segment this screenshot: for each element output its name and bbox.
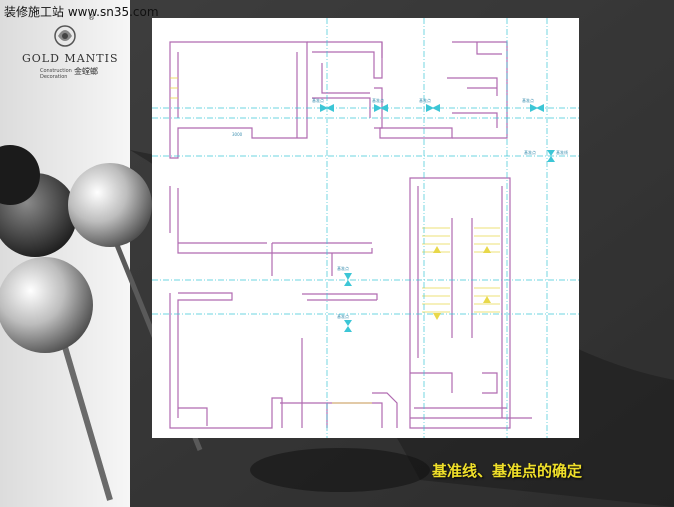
plan-right-label: 基准线 <box>556 149 568 155</box>
site-watermark: 装修施工站 www.sn35.com <box>4 5 159 19</box>
plan-point-label-1: 基准点 <box>312 97 324 103</box>
plan-point-label-6: 基准点 <box>337 265 349 271</box>
plan-point-label-2: 基准点 <box>372 97 384 103</box>
plan-point-label-7: 基准点 <box>337 313 349 319</box>
floor-plan-drawing: 基准点 基准点 基准点 基准点 基准点 基准线 基准点 基准点 3000 <box>152 18 579 438</box>
logo-subtitle: Construction Decoration <box>40 68 72 80</box>
logo-brand: GOLD MANTIS <box>22 52 118 65</box>
floor-plan-image: 基准点 基准点 基准点 基准点 基准点 基准线 基准点 基准点 3000 <box>152 18 579 438</box>
plan-point-label-3: 基准点 <box>419 97 431 103</box>
slide-caption: 基准线、基准点的确定 <box>432 462 583 480</box>
logo-sub-line2: Decoration <box>40 74 68 80</box>
logo-registered-mark: ® <box>88 14 95 22</box>
plan-point-label-5: 基准点 <box>524 149 536 155</box>
logo-brand-text: GOLD MANTIS <box>22 52 119 65</box>
plan-dimension-label: 3000 <box>232 132 243 137</box>
plan-point-label-4: 基准点 <box>522 97 534 103</box>
logo-chinese: 金螳螂 <box>74 67 98 76</box>
